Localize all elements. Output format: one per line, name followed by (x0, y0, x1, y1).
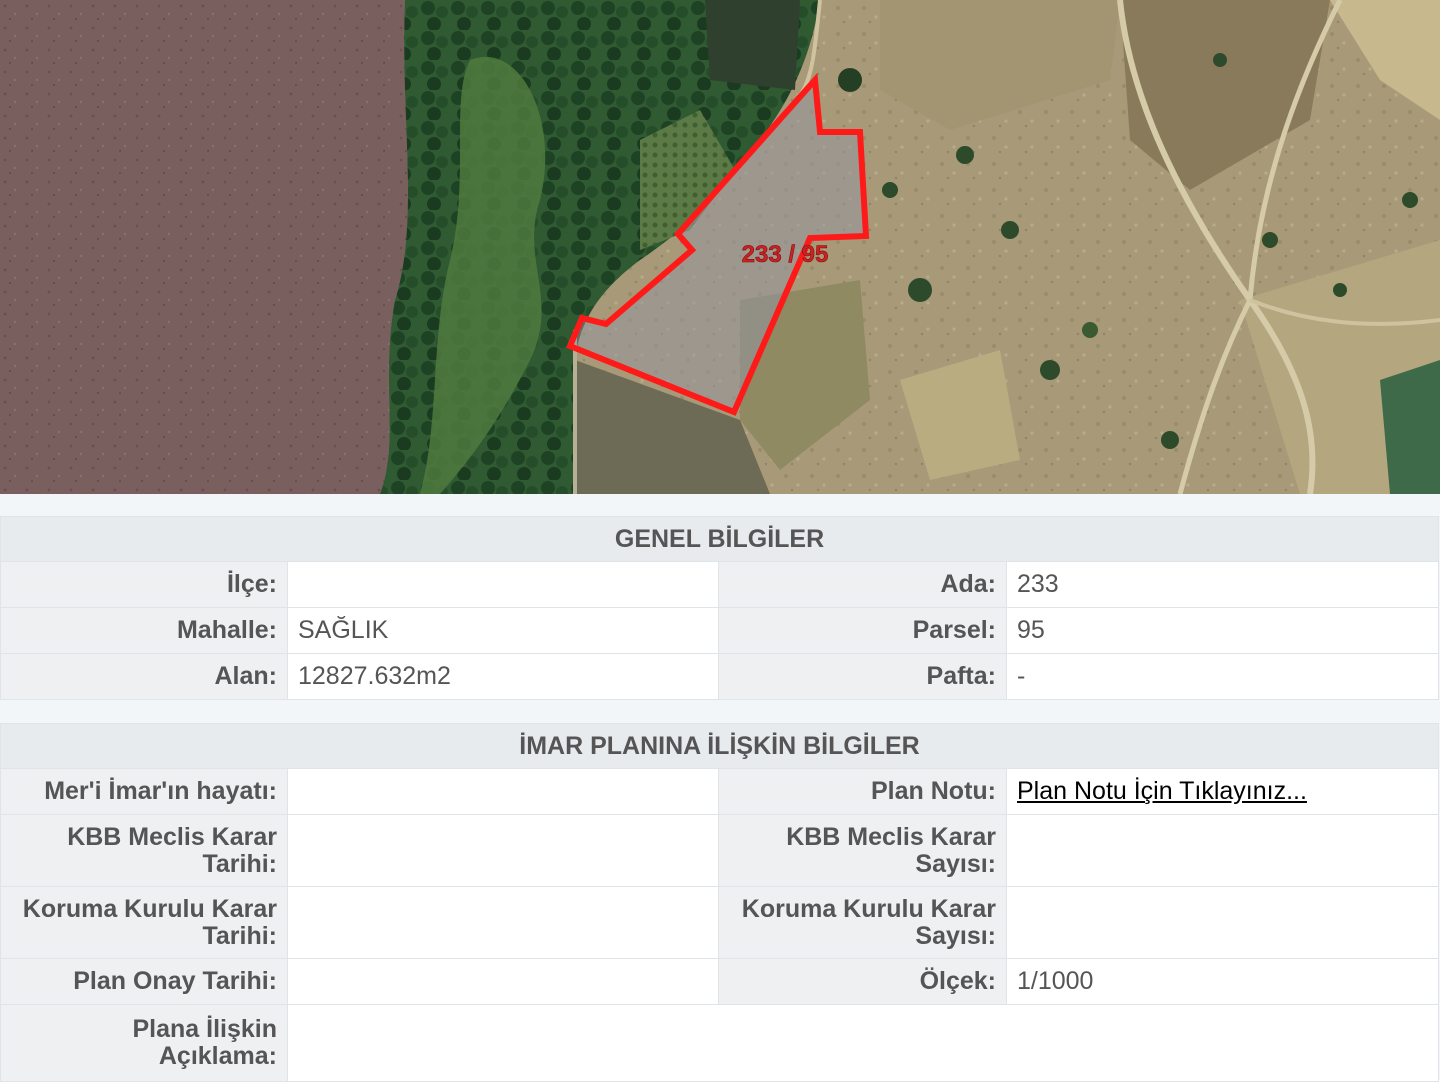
mahalle-label: Mahalle: (0, 607, 288, 654)
panel-top-gap (0, 494, 1440, 516)
plan-onay-value (287, 958, 719, 1005)
koruma-sayi-label-line1: Koruma Kurulu Karar (741, 894, 996, 923)
parcel-info-panel: GENEL BİLGİLER İlçe: Ada: 233 Mahalle: S… (0, 494, 1440, 1082)
kbb-tarih-label-line1: KBB Meclis Karar (67, 822, 277, 851)
kbb-sayi-label: KBB Meclis Karar Sayısı: (718, 814, 1007, 887)
koruma-tarih-value (287, 886, 719, 959)
plan-onay-label: Plan Onay Tarihi: (0, 958, 288, 1005)
koruma-sayi-label: Koruma Kurulu Karar Sayısı: (718, 886, 1007, 959)
ilce-label: İlçe: (0, 561, 288, 608)
koruma-sayi-value (1005, 886, 1440, 959)
row-koruma-karar: Koruma Kurulu Karar Tarihi: Koruma Kurul… (0, 886, 1440, 959)
kbb-sayi-value (1005, 814, 1440, 887)
ada-label: Ada: (718, 561, 1007, 608)
plan-notu-label: Plan Notu: (718, 768, 1007, 815)
row-kbb-karar: KBB Meclis Karar Tarihi: KBB Meclis Kara… (0, 814, 1440, 887)
kbb-sayi-label-line2: Sayısı: (915, 849, 996, 878)
row-meri-plannotu: Mer'i İmar'ın hayatı: Plan Notu: Plan No… (0, 768, 1440, 815)
kbb-tarih-label-line2: Tarihi: (202, 849, 277, 878)
meri-imar-label: Mer'i İmar'ın hayatı: (0, 768, 288, 815)
row-mahalle-parsel: Mahalle: SAĞLIK Parsel: 95 (0, 607, 1440, 654)
parsel-label: Parsel: (718, 607, 1007, 654)
aciklama-label: Plana İlişkin Açıklama: (0, 1004, 288, 1082)
olcek-value: 1/1000 (1005, 958, 1440, 1005)
general-info-title: GENEL BİLGİLER (0, 516, 1440, 562)
parcel-label: 233 / 95 (742, 241, 829, 268)
pafta-value: - (1005, 653, 1440, 700)
row-alan-pafta: Alan: 12827.632m2 Pafta: - (0, 653, 1440, 700)
ada-value: 233 (1005, 561, 1440, 608)
row-ilce-ada: İlçe: Ada: 233 (0, 561, 1440, 608)
kbb-tarih-label: KBB Meclis Karar Tarihi: (0, 814, 288, 887)
plan-notu-link[interactable]: Plan Notu İçin Tıklayınız... (1017, 777, 1307, 805)
meri-imar-value (287, 768, 719, 815)
koruma-tarih-label-line2: Tarihi: (202, 921, 277, 950)
kbb-sayi-label-line1: KBB Meclis Karar (786, 822, 996, 851)
map-canvas[interactable]: 233 / 95 (0, 0, 1440, 494)
row-aciklama: Plana İlişkin Açıklama: (0, 1004, 1440, 1082)
koruma-sayi-label-line2: Sayısı: (915, 921, 996, 950)
olcek-label: Ölçek: (718, 958, 1007, 1005)
row-planonay-olcek: Plan Onay Tarihi: Ölçek: 1/1000 (0, 958, 1440, 1005)
general-info-table: GENEL BİLGİLER İlçe: Ada: 233 Mahalle: S… (0, 516, 1440, 700)
ilce-value (287, 561, 719, 608)
koruma-tarih-label-line1: Koruma Kurulu Karar (22, 894, 277, 923)
parsel-value: 95 (1005, 607, 1440, 654)
plan-notu-cell: Plan Notu İçin Tıklayınız... (1005, 768, 1440, 815)
alan-value: 12827.632m2 (287, 653, 719, 700)
imar-info-table: İMAR PLANINA İLİŞKİN BİLGİLER Mer'i İmar… (0, 723, 1440, 1082)
aciklama-label-line1: Plana İlişkin (132, 1015, 277, 1043)
alan-label: Alan: (0, 653, 288, 700)
imar-info-title: İMAR PLANINA İLİŞKİN BİLGİLER (0, 723, 1440, 769)
aciklama-label-line2: Açıklama: (158, 1042, 277, 1070)
aciklama-value (286, 1004, 1440, 1082)
mahalle-value: SAĞLIK (287, 607, 719, 654)
kbb-tarih-value (287, 814, 719, 887)
satellite-map[interactable]: 233 / 95 (0, 0, 1440, 494)
koruma-tarih-label: Koruma Kurulu Karar Tarihi: (0, 886, 288, 959)
pafta-label: Pafta: (718, 653, 1007, 700)
